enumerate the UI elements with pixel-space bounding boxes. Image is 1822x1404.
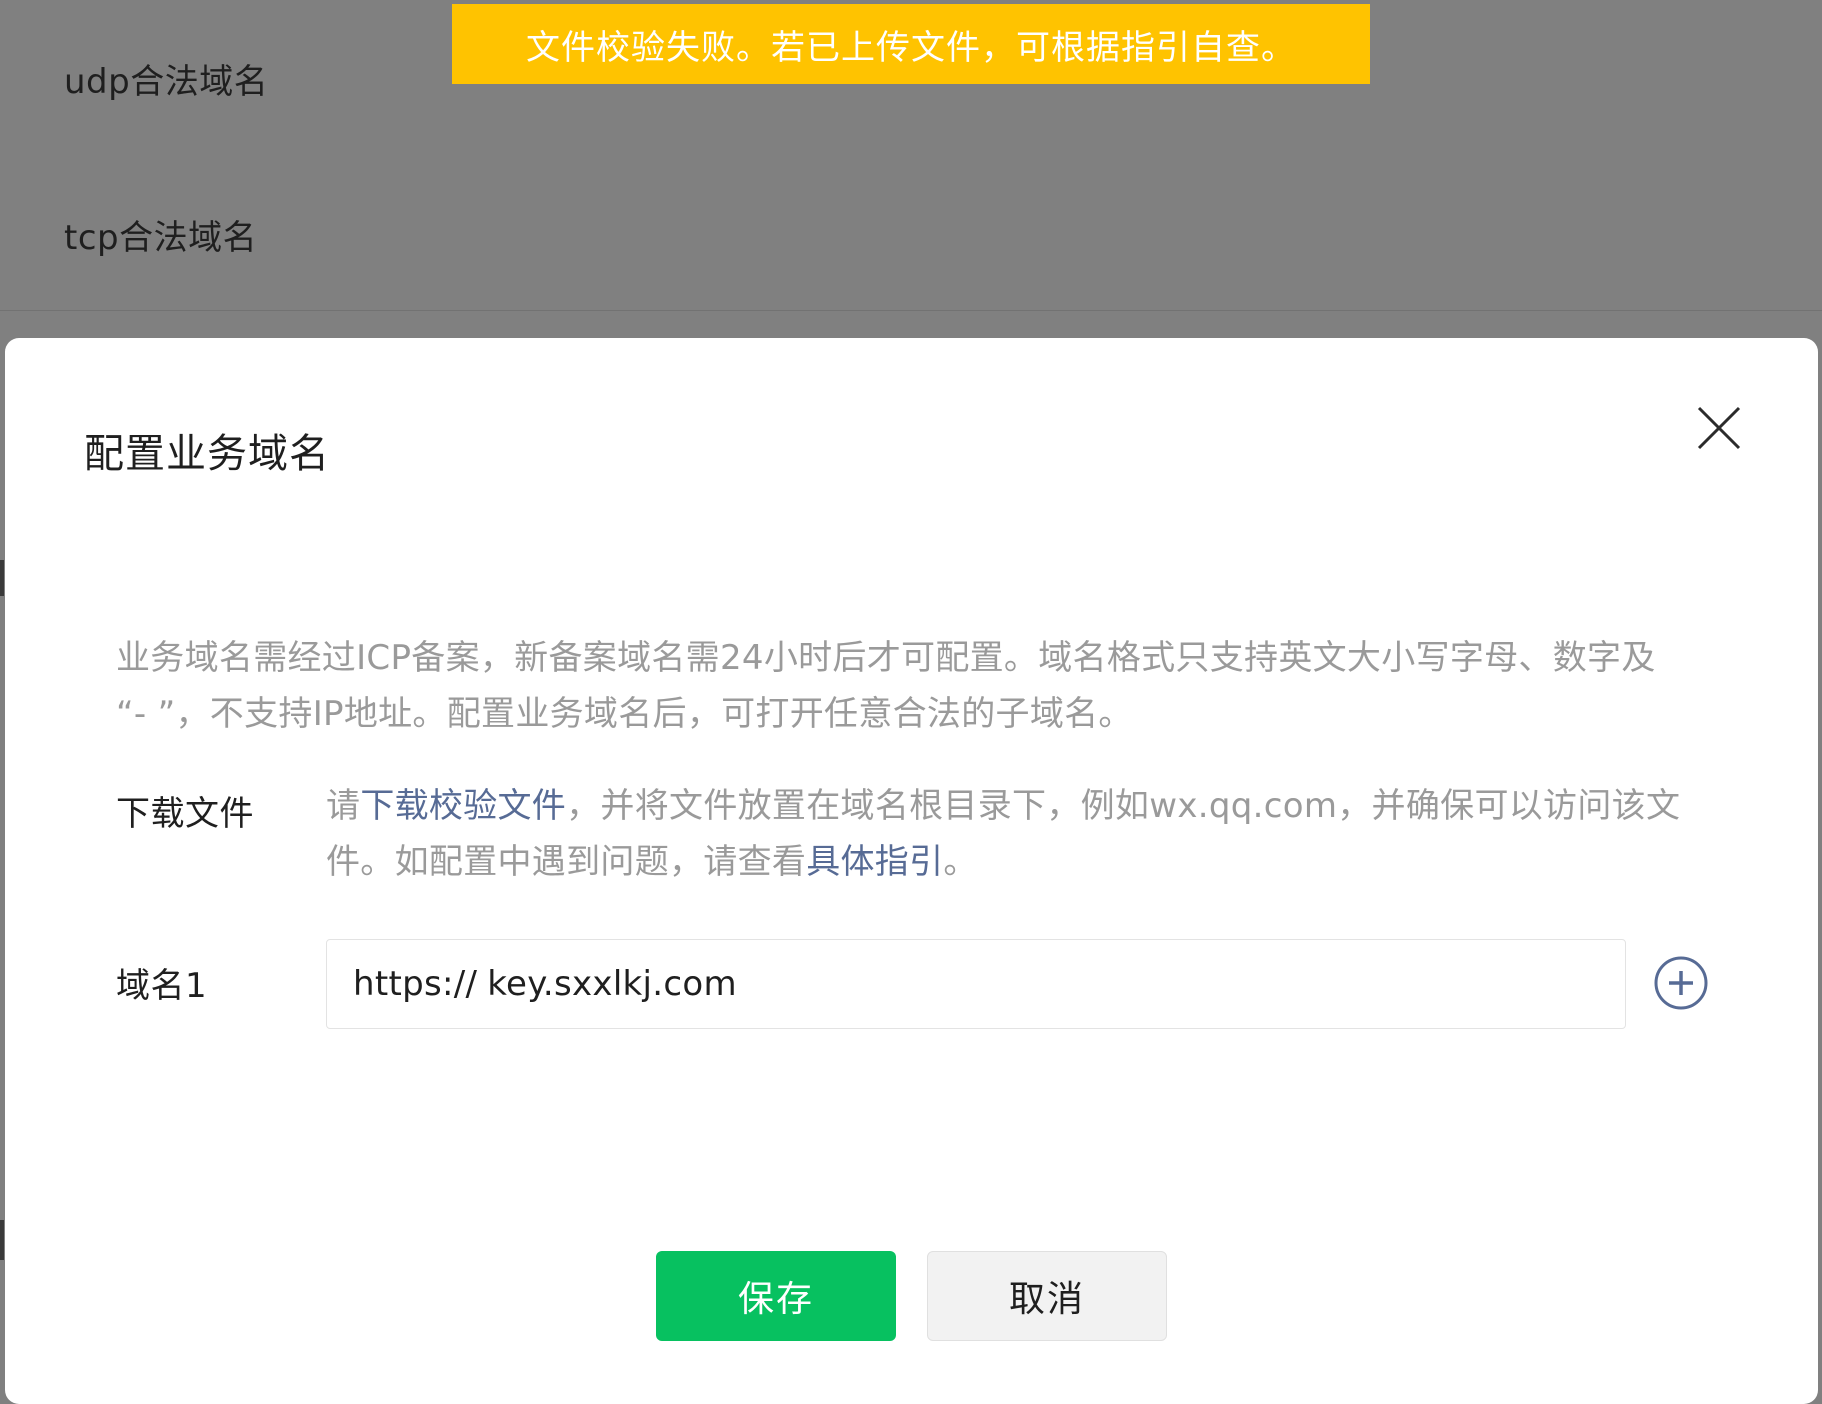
bg-edge-mark bbox=[0, 1220, 4, 1260]
save-button[interactable]: 保存 bbox=[656, 1251, 896, 1341]
domain-protocol-prefix: https:// bbox=[353, 964, 478, 1004]
close-button[interactable] bbox=[1689, 398, 1749, 458]
download-file-label: 下载文件 bbox=[116, 794, 254, 834]
dialog-title: 配置业务域名 bbox=[84, 431, 330, 477]
notice-line: “- ”，不支持IP地址。配置业务域名后，可打开任意合法的子域名。 bbox=[116, 694, 1133, 734]
domain-value[interactable]: key.sxxlkj.com bbox=[487, 964, 737, 1004]
download-description: 请下载校验文件，并将文件放置在域名根目录下，例如wx.qq.com，并确保可以访… bbox=[326, 778, 1716, 890]
domain-1-label: 域名1 bbox=[116, 966, 208, 1006]
configure-domain-dialog: 配置业务域名 业务域名需经过ICP备案，新备案域名需24小时后才可配置。域名格式… bbox=[5, 338, 1818, 1404]
cancel-button[interactable]: 取消 bbox=[927, 1251, 1167, 1341]
error-toast: 文件校验失败。若已上传文件，可根据指引自查。 bbox=[452, 4, 1370, 84]
toast-message: 文件校验失败。若已上传文件，可根据指引自查。 bbox=[526, 27, 1296, 68]
close-icon bbox=[1697, 406, 1741, 450]
download-verify-file-link[interactable]: 下载校验文件 bbox=[360, 786, 566, 826]
domain-1-input[interactable]: https:// key.sxxlkj.com bbox=[326, 939, 1626, 1029]
domain-requirements-notice: 业务域名需经过ICP备案，新备案域名需24小时后才可配置。域名格式只支持英文大小… bbox=[116, 630, 1716, 742]
plus-circle-icon bbox=[1654, 956, 1708, 1010]
add-domain-button[interactable] bbox=[1653, 955, 1709, 1011]
bg-row-tcp-domain: tcp合法域名 bbox=[64, 218, 258, 258]
bg-edge-mark bbox=[0, 560, 4, 596]
download-text-before: 请 bbox=[326, 786, 361, 826]
bg-divider bbox=[0, 310, 1822, 311]
guide-link[interactable]: 具体指引 bbox=[806, 842, 943, 882]
download-text-end: 。 bbox=[943, 842, 978, 882]
bg-row-udp-domain: udp合法域名 bbox=[64, 62, 269, 102]
notice-line: 业务域名需经过ICP备案，新备案域名需24小时后才可配置。域名格式只支持英文大小… bbox=[116, 638, 1656, 678]
